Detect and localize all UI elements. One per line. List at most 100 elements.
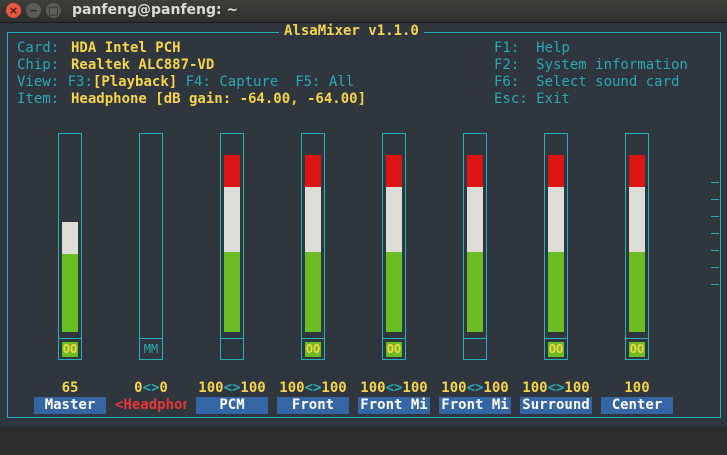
volume-bar-white [305, 187, 321, 252]
view-options: F4: Capture F5: All [177, 74, 355, 90]
volume-slider[interactable] [301, 133, 325, 339]
volume-bar-green [629, 252, 645, 332]
level-part: <> [466, 380, 484, 396]
item-value: Headphone [dB gain: -64.00, -64.00] [71, 91, 367, 107]
switch-state: OO [305, 342, 321, 357]
mute-switch[interactable]: OO [58, 337, 82, 360]
control-name[interactable]: Front Mi [439, 397, 511, 414]
level-part: 100 [564, 380, 590, 396]
volume-bar-white [224, 187, 240, 252]
card-label: Card: [17, 40, 60, 56]
scroll-tick [711, 284, 719, 285]
level-value: 65 [61, 380, 79, 396]
volume-bar-white [467, 187, 483, 252]
level-part: <> [304, 380, 322, 396]
mute-switch[interactable]: OO [625, 337, 649, 360]
volume-bar-white [62, 222, 78, 254]
key-select-card: F6: Select sound card [494, 74, 680, 90]
key-help: F1: Help [494, 40, 570, 56]
volume-bar-red [548, 155, 564, 187]
level-value: 100<>100 [354, 380, 434, 396]
volume-slider[interactable] [625, 133, 649, 339]
switch-state: OO [629, 342, 645, 357]
level-part: 100 [240, 380, 266, 396]
scroll-tick [711, 199, 719, 200]
view-label: View: [17, 74, 60, 90]
control-name[interactable]: Master [34, 397, 106, 414]
volume-bar-red [629, 155, 645, 187]
view-playback[interactable]: [Playback] [93, 74, 177, 90]
scroll-tick [711, 233, 719, 234]
level-part: 100 [279, 380, 305, 396]
control-name[interactable]: <Headphon> [115, 397, 187, 414]
minimize-icon[interactable]: − [26, 3, 41, 18]
control-name[interactable]: Front [277, 397, 349, 414]
level-part: <> [547, 380, 565, 396]
window-titlebar: × − □ panfeng@panfeng: ~ [0, 0, 727, 23]
volume-slider[interactable] [220, 133, 244, 339]
control-name[interactable]: Surround [520, 397, 592, 414]
control-name[interactable]: PCM [196, 397, 268, 414]
scroll-tick [711, 216, 719, 217]
volume-bar-white [629, 187, 645, 252]
window-title: panfeng@panfeng: ~ [72, 2, 239, 18]
view-line: View: F3:[Playback] F4: Capture F5: All [17, 74, 354, 90]
level-value: 0<>0 [111, 380, 191, 396]
chip-value: Realtek ALC887-VD [71, 57, 215, 73]
scroll-tick [711, 250, 719, 251]
volume-slider[interactable] [544, 133, 568, 339]
level-value: 100<>100 [192, 380, 272, 396]
mute-switch[interactable]: OO [544, 337, 568, 360]
level-part: 100 [198, 380, 224, 396]
scroll-tick [711, 267, 719, 268]
volume-bar-red [224, 155, 240, 187]
level-part: <> [385, 380, 403, 396]
volume-slider[interactable] [58, 133, 82, 339]
key-exit: Esc: Exit [494, 91, 570, 107]
level-value: 100 [624, 380, 650, 396]
volume-bar-green [386, 252, 402, 332]
item-label: Item: [17, 91, 60, 107]
volume-bar-green [305, 252, 321, 332]
volume-bar-red [467, 155, 483, 187]
app-title: AlsaMixer v1.1.0 [279, 23, 424, 39]
level-part: 100 [321, 380, 347, 396]
volume-bar-red [305, 155, 321, 187]
switch-state: OO [548, 342, 564, 357]
chip-label: Chip: [17, 57, 60, 73]
switch-state: OO [386, 342, 402, 357]
level-part: <> [223, 380, 241, 396]
mute-switch[interactable]: OO [382, 337, 406, 360]
level-part: <> [142, 380, 160, 396]
level-part: 100 [441, 380, 467, 396]
volume-slider[interactable] [382, 133, 406, 339]
level-part: 100 [522, 380, 548, 396]
level-part: 0 [134, 380, 143, 396]
control-name[interactable]: Center [601, 397, 673, 414]
level-part: 100 [402, 380, 428, 396]
level-value: 100<>100 [435, 380, 515, 396]
card-value: HDA Intel PCH [71, 40, 181, 56]
volume-slider[interactable] [463, 133, 487, 339]
scroll-tick [711, 182, 719, 183]
volume-slider[interactable] [139, 133, 163, 339]
key-system-info: F2: System information [494, 57, 688, 73]
mute-switch[interactable] [463, 337, 487, 360]
mute-switch[interactable]: MM [139, 337, 163, 360]
volume-bar-green [224, 252, 240, 332]
level-part: 0 [159, 380, 168, 396]
volume-bar-white [548, 187, 564, 252]
mute-switch[interactable]: OO [301, 337, 325, 360]
level-value: 100<>100 [516, 380, 596, 396]
mute-switch[interactable] [220, 337, 244, 360]
volume-bar-green [467, 252, 483, 332]
maximize-icon[interactable]: □ [46, 3, 61, 18]
volume-bar-green [548, 252, 564, 332]
close-icon[interactable]: × [6, 3, 21, 18]
terminal[interactable]: AlsaMixer v1.1.0 Card: HDA Intel PCH Chi… [0, 23, 727, 426]
control-name[interactable]: Front Mi [358, 397, 430, 414]
level-part: 100 [483, 380, 509, 396]
switch-state: OO [62, 342, 78, 357]
volume-bar-red [386, 155, 402, 187]
switch-state: MM [143, 342, 159, 356]
